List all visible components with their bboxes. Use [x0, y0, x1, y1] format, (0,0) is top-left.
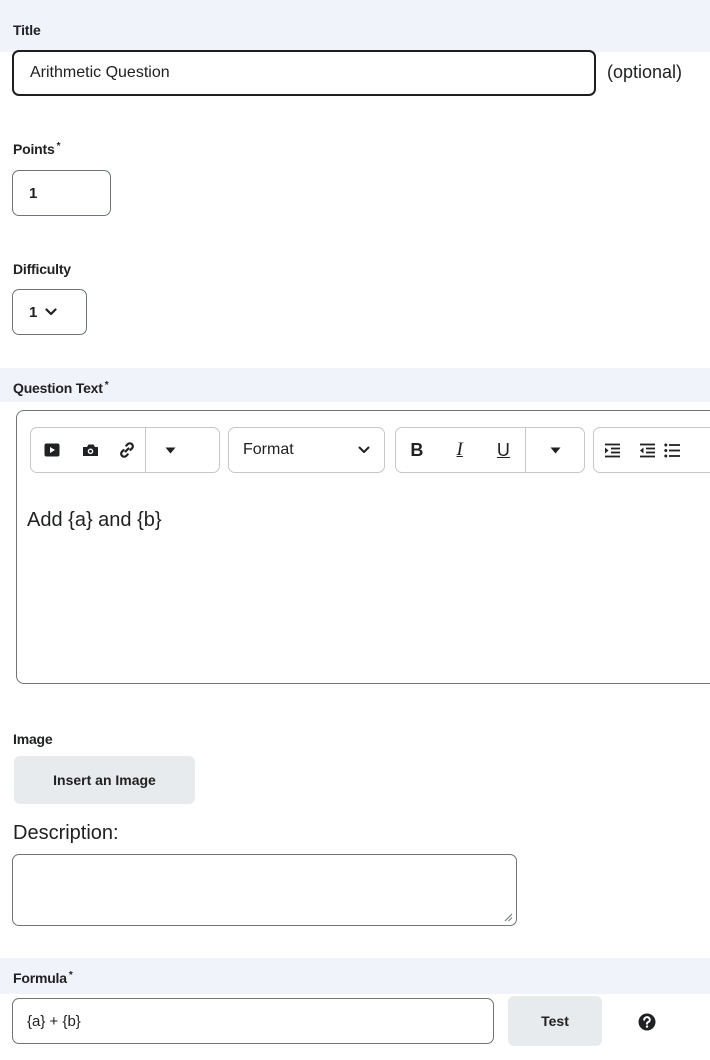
text-style-group: B I U [395, 427, 585, 473]
format-label: Format [243, 441, 294, 458]
title-input-value: Arithmetic Question [30, 64, 170, 81]
image-label: Image [13, 731, 53, 747]
format-dropdown[interactable]: Format [228, 427, 385, 473]
chevron-down-icon [45, 308, 57, 316]
outdent-icon [639, 443, 655, 457]
indent-icon [604, 443, 620, 457]
insert-image-button[interactable]: Insert an Image [14, 756, 195, 804]
underline-button[interactable]: U [482, 428, 526, 472]
formula-input[interactable]: {a} + {b} [12, 998, 494, 1044]
insert-more-dropdown[interactable] [146, 428, 194, 472]
question-text-content[interactable]: Add {a} and {b} [27, 509, 162, 532]
points-label: Points * [13, 141, 61, 157]
indent-button[interactable] [594, 428, 630, 472]
points-input[interactable]: 1 [12, 170, 111, 216]
question-text-editor[interactable]: Format B I U Add {a} and {b} [16, 410, 710, 684]
description-label: Description: [13, 822, 119, 844]
camera-icon [83, 444, 98, 456]
link-icon [120, 442, 134, 458]
insert-stuff-button[interactable] [72, 428, 109, 472]
difficulty-select[interactable]: 1 [12, 289, 87, 335]
difficulty-label: Difficulty [13, 261, 71, 277]
outdent-button[interactable] [630, 428, 664, 472]
italic-button[interactable]: I [438, 428, 482, 472]
insert-media-button[interactable] [31, 428, 72, 472]
bullet-list-icon [664, 443, 680, 457]
description-textarea[interactable] [12, 854, 517, 926]
insert-link-button[interactable] [109, 428, 145, 472]
question-text-label: Question Text * [13, 380, 109, 396]
test-formula-button[interactable]: Test [508, 996, 602, 1046]
video-icon [44, 443, 59, 457]
paragraph-group [593, 427, 710, 473]
help-icon[interactable] [638, 1013, 656, 1031]
caret-down-icon [550, 447, 561, 453]
caret-down-icon [165, 447, 175, 453]
optional-hint: (optional) [607, 62, 683, 82]
title-input[interactable]: Arithmetic Question [12, 50, 596, 96]
bullet-list-button[interactable] [664, 428, 690, 472]
text-style-more-dropdown[interactable] [526, 428, 584, 472]
formula-label: Formula * [13, 970, 73, 986]
formula-value: {a} + {b} [27, 1012, 81, 1030]
chevron-down-icon [358, 446, 370, 453]
bold-button[interactable]: B [396, 428, 438, 472]
points-value: 1 [29, 184, 38, 202]
title-label: Title [13, 22, 41, 38]
difficulty-value: 1 [29, 303, 38, 321]
resize-handle-icon[interactable] [504, 913, 513, 922]
insert-toolbar-group [30, 427, 220, 473]
